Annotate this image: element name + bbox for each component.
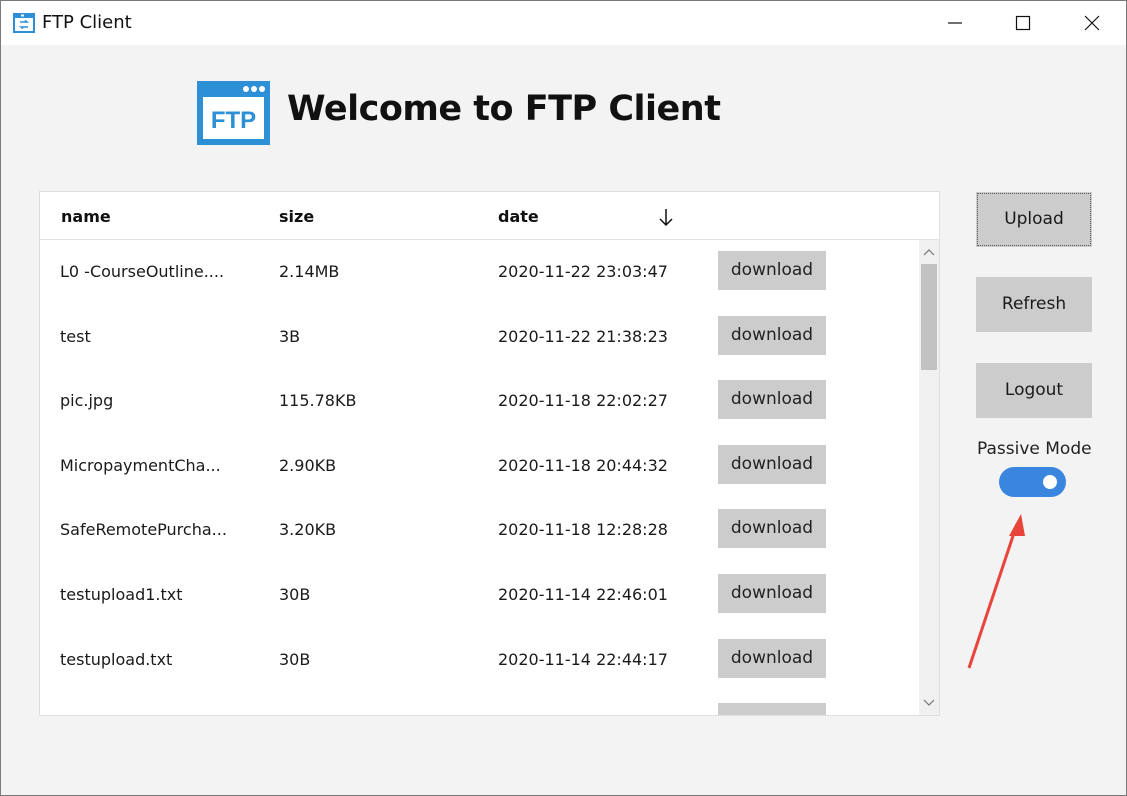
file-date: 2020-11-18 20:44:32 xyxy=(498,455,668,475)
arrow-down-icon[interactable] xyxy=(656,207,676,227)
table-row[interactable]: testupload1.txt 30B 2020-11-14 22:46:01 dow… xyxy=(40,563,919,628)
maximize-icon xyxy=(1015,15,1031,31)
refresh-button[interactable]: Refresh xyxy=(976,277,1092,332)
scrollbar-thumb[interactable] xyxy=(921,264,937,370)
annotation-arrow-icon xyxy=(967,514,1025,669)
file-name: pic.jpg xyxy=(60,391,114,411)
table-header: name size date xyxy=(40,192,939,240)
passive-mode-label: Passive Mode xyxy=(977,439,1092,459)
file-name: test xyxy=(60,326,91,346)
toggle-knob xyxy=(1043,475,1057,489)
download-button[interactable]: download xyxy=(718,638,826,678)
file-name: L0 -CourseOutline.... xyxy=(60,262,225,281)
vertical-scrollbar[interactable] xyxy=(919,240,939,715)
file-name: MicropaymentCha... xyxy=(60,455,221,475)
minimize-button[interactable] xyxy=(920,1,990,45)
download-button[interactable]: download xyxy=(718,315,826,355)
download-button[interactable]: download xyxy=(718,509,826,549)
passive-mode-toggle[interactable] xyxy=(999,467,1066,497)
file-date: 2020-11-14 22:44:17 xyxy=(498,649,668,669)
maximize-button[interactable] xyxy=(988,1,1058,45)
file-date: 2020-11-18 12:28:28 xyxy=(498,520,668,540)
file-table: name size date L0 -CourseOutline.... 2.14… xyxy=(39,191,940,716)
file-size: 2.90KB xyxy=(279,455,337,475)
file-size: 30B xyxy=(279,584,311,604)
file-size: 3.20KB xyxy=(279,520,337,540)
app-icon xyxy=(13,13,35,33)
table-row[interactable] xyxy=(40,692,919,715)
file-date: 2020-11-14 22:46:01 xyxy=(498,584,668,604)
table-row[interactable]: test 3B 2020-11-22 21:38:23 download xyxy=(40,305,919,370)
table-body[interactable]: L0 -CourseOutline.... 2.14MB 2020-11-22 23… xyxy=(40,240,919,715)
close-icon xyxy=(1084,15,1100,31)
file-size: 115.78KB xyxy=(279,391,357,411)
column-name-header[interactable]: name xyxy=(61,207,111,226)
file-name: testupload.txt xyxy=(60,649,173,669)
table-row[interactable]: L0 -CourseOutline.... 2.14MB 2020-11-22 23… xyxy=(40,240,919,305)
scroll-down-icon[interactable] xyxy=(919,693,939,713)
file-date: 2020-11-18 22:02:27 xyxy=(498,391,668,411)
scroll-up-icon[interactable] xyxy=(919,242,939,262)
table-row[interactable]: MicropaymentCha... 2.90KB 2020-11-18 20:44… xyxy=(40,434,919,499)
download-button[interactable] xyxy=(718,703,826,715)
logo-text: FTP xyxy=(211,107,256,134)
file-size: 30B xyxy=(279,649,311,669)
window-title: FTP Client xyxy=(42,12,132,33)
file-size: 2.14MB xyxy=(279,262,340,281)
file-name: SafeRemotePurcha... xyxy=(60,520,227,540)
file-size: 3B xyxy=(279,326,301,346)
welcome-heading: Welcome to FTP Client xyxy=(287,89,721,129)
table-row[interactable]: testupload.txt 30B 2020-11-14 22:44:17 down… xyxy=(40,628,919,693)
close-button[interactable] xyxy=(1057,1,1126,45)
column-date-header[interactable]: date xyxy=(498,207,539,226)
download-button[interactable]: download xyxy=(718,444,826,484)
ftp-client-window: FTP Client FTP Welcome to FTP Client nam… xyxy=(0,0,1127,796)
ftp-logo: FTP xyxy=(197,81,270,145)
upload-button[interactable]: Upload xyxy=(976,192,1092,247)
title-bar[interactable]: FTP Client xyxy=(1,1,1126,45)
file-date: 2020-11-22 23:03:47 xyxy=(498,262,668,281)
download-button[interactable]: download xyxy=(718,573,826,613)
logout-button[interactable]: Logout xyxy=(976,363,1092,418)
file-name: testupload1.txt xyxy=(60,584,183,604)
column-size-header[interactable]: size xyxy=(279,207,314,226)
file-date: 2020-11-22 21:38:23 xyxy=(498,326,668,346)
download-button[interactable]: download xyxy=(718,251,826,290)
download-button[interactable]: download xyxy=(718,380,826,420)
table-row[interactable]: SafeRemotePurcha... 3.20KB 2020-11-18 12:2… xyxy=(40,498,919,563)
table-row[interactable]: pic.jpg 115.78KB 2020-11-18 22:02:27 downlo… xyxy=(40,369,919,434)
minimize-icon xyxy=(948,22,962,24)
